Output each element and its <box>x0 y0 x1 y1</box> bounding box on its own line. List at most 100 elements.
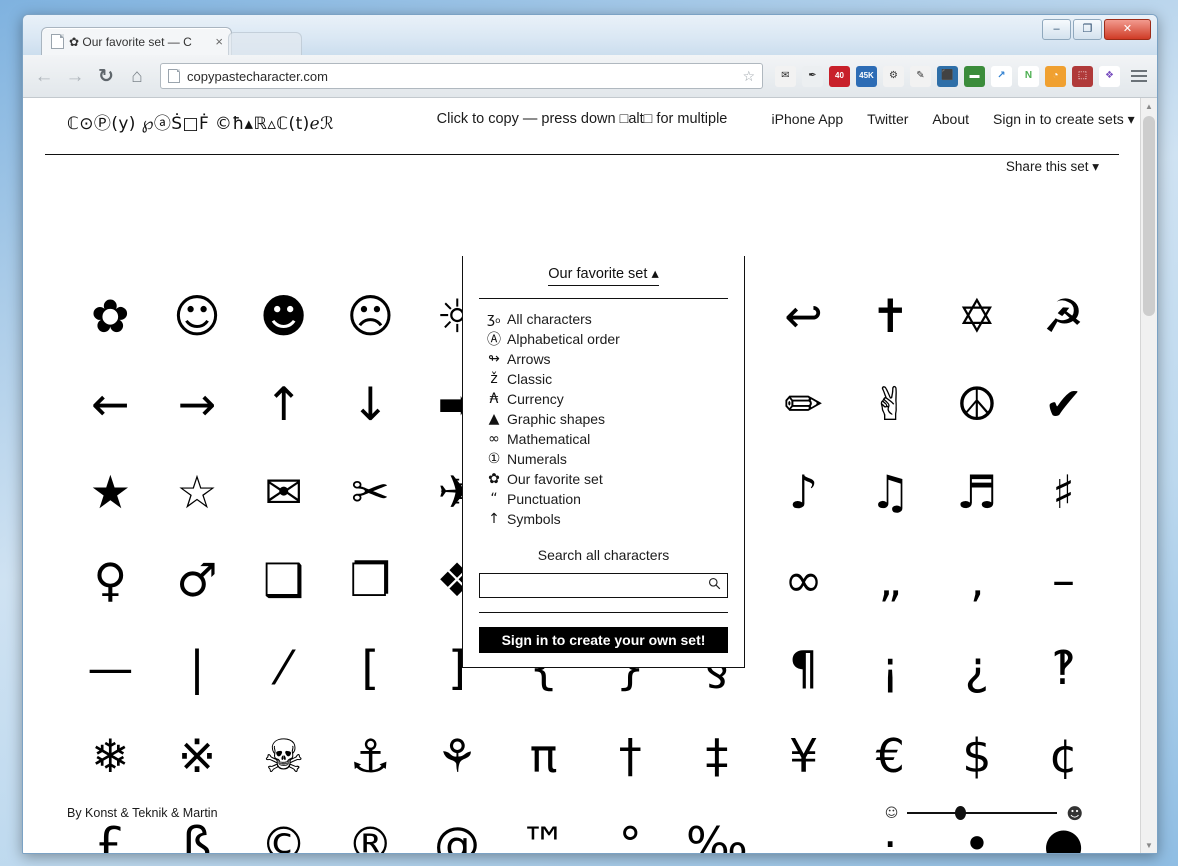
character-music-sharp-sign[interactable]: ♯ <box>1020 448 1107 536</box>
address-bar[interactable]: copypastecharacter.com ☆ <box>160 63 763 89</box>
tab-close-icon[interactable]: × <box>215 34 223 49</box>
character-beamed-eighth-notes[interactable]: ♫ <box>847 448 934 536</box>
pen-extension[interactable]: ✒ <box>802 65 823 87</box>
site-logo[interactable]: ℂ⊙Ⓟ(y) ℘ⓐṠ□Ḟ ©ħ▴ℝ▵ℂ(t)ℯℛ <box>45 98 334 134</box>
character-en-dash[interactable]: – <box>1020 536 1107 624</box>
panel-item-arrows[interactable]: ↬ Arrows <box>463 349 744 369</box>
panel-title[interactable]: Our favorite set ▴ <box>463 256 744 288</box>
nav-about[interactable]: About <box>932 111 969 127</box>
back-icon[interactable]: ← <box>33 67 55 86</box>
panel-item-numerals[interactable]: ① Numerals <box>463 449 744 469</box>
reload-icon[interactable]: ↻ <box>95 67 117 86</box>
character-latin-cross[interactable]: ✝ <box>847 272 934 360</box>
maximize-button[interactable]: ❐ <box>1073 19 1102 40</box>
character-pilcrow-sign[interactable]: ¶ <box>760 624 847 712</box>
panel-item-punctuation[interactable]: “ Punctuation <box>463 489 744 509</box>
character-flower-2[interactable]: ⚘ <box>414 712 501 800</box>
character-leftwards-arrow[interactable]: ← <box>67 360 154 448</box>
mail-extension[interactable]: ✉ <box>775 65 796 87</box>
character-reference-mark[interactable]: ※ <box>154 712 241 800</box>
character-female-sign[interactable]: ♀ <box>67 536 154 624</box>
character-skull-and-crossbones[interactable]: ☠ <box>240 712 327 800</box>
adobe-extension[interactable]: 40 <box>829 65 850 87</box>
character-cent-sign[interactable]: ¢ <box>1020 712 1107 800</box>
character-double-low-9-quotation-mark[interactable]: „ <box>847 536 934 624</box>
character-hammer-and-sickle[interactable]: ☭ <box>1020 272 1107 360</box>
wallet-extension[interactable]: ▬ <box>964 65 985 87</box>
panel-item-all-characters[interactable]: ʒₒ All characters <box>463 309 744 329</box>
home-icon[interactable]: ⌂ <box>126 67 148 86</box>
character-flower[interactable]: ✿ <box>67 272 154 360</box>
nav-iphone-app[interactable]: iPhone App <box>772 111 844 127</box>
character-dagger[interactable]: † <box>587 712 674 800</box>
character-snowflake-2[interactable]: ❄ <box>67 712 154 800</box>
slider-knob[interactable] <box>954 806 966 820</box>
character-rightwards-arrow[interactable]: → <box>154 360 241 448</box>
size-slider[interactable]: ☺ ☻ <box>885 804 1107 823</box>
panel-item-currency[interactable]: ₳ Currency <box>463 389 744 409</box>
window-titlebar[interactable]: ✿ Our favorite set — C × – ❐ ✕ <box>23 15 1157 55</box>
scroll-down-arrow-icon[interactable]: ▼ <box>1141 837 1157 853</box>
character-double-dagger[interactable]: ‡ <box>674 712 761 800</box>
character-star-of-david[interactable]: ✡ <box>934 272 1021 360</box>
browser-tab[interactable]: ✿ Our favorite set — C × <box>41 27 232 55</box>
character-peace-symbol[interactable]: ☮ <box>934 360 1021 448</box>
forward-icon[interactable]: → <box>64 67 86 86</box>
character-greek-small-letter-pi[interactable]: π <box>500 712 587 800</box>
scrollbar-thumb[interactable] <box>1143 116 1155 316</box>
sign-in-to-create-sets[interactable]: Sign in to create sets ▾ <box>993 111 1135 128</box>
character-black-star[interactable]: ★ <box>67 448 154 536</box>
character-infinity[interactable]: ∞ <box>760 536 847 624</box>
bookmark-star-icon[interactable]: ☆ <box>742 68 755 85</box>
globe-extension[interactable]: ◔ <box>1045 65 1066 87</box>
character-frowning-face[interactable]: ☹ <box>327 272 414 360</box>
puzzle-extension[interactable]: ❖ <box>1099 65 1120 87</box>
character-victory-hand[interactable]: ✌ <box>847 360 934 448</box>
character-dollar-sign[interactable]: $ <box>934 712 1021 800</box>
character-white-star[interactable]: ☆ <box>154 448 241 536</box>
feather-extension[interactable]: ✎ <box>910 65 931 87</box>
panel-item-mathematical[interactable]: ∞ Mathematical <box>463 429 744 449</box>
character-beamed-sixteenth-notes[interactable]: ♬ <box>934 448 1021 536</box>
character-upwards-arrow[interactable]: ↑ <box>240 360 327 448</box>
character-single-low-9-quotation-mark[interactable]: ‚ <box>934 536 1021 624</box>
panel-item-classic[interactable]: ž Classic <box>463 369 744 389</box>
character-euro-sign[interactable]: € <box>847 712 934 800</box>
character-white-smiling-face[interactable]: ☺ <box>154 272 241 360</box>
backpack-extension[interactable]: ⬛ <box>937 65 958 87</box>
character-vertical-line[interactable]: | <box>154 624 241 712</box>
character-fraction-slash[interactable]: ⁄ <box>240 624 327 712</box>
nav-twitter[interactable]: Twitter <box>867 111 908 127</box>
character-heavy-check-mark[interactable]: ✔ <box>1020 360 1107 448</box>
character-male-sign[interactable]: ♂ <box>154 536 241 624</box>
page-scrollbar[interactable]: ▲ ▼ <box>1140 98 1157 853</box>
character-eighth-note[interactable]: ♪ <box>760 448 847 536</box>
character-interrobang[interactable]: ‽ <box>1020 624 1107 712</box>
new-tab-button[interactable] <box>228 32 302 55</box>
character-envelope[interactable]: ✉ <box>240 448 327 536</box>
character-leftwards-arrow-with-hook[interactable]: ↩ <box>760 272 847 360</box>
minimize-button[interactable]: – <box>1042 19 1071 40</box>
close-button[interactable]: ✕ <box>1104 19 1151 40</box>
chrome-menu-icon[interactable] <box>1131 70 1147 82</box>
character-yen-sign[interactable]: ¥ <box>760 712 847 800</box>
character-black-smiling-face[interactable]: ☻ <box>240 272 327 360</box>
stats-extension[interactable]: 45K <box>856 65 877 87</box>
character-anchor[interactable]: ⚓ <box>327 712 414 800</box>
character-upper-right-shadowed-square[interactable]: ❐ <box>327 536 414 624</box>
box-extension[interactable]: ⬚ <box>1072 65 1093 87</box>
character-inverted-question-mark[interactable]: ¿ <box>934 624 1021 712</box>
character-pencil[interactable]: ✏ <box>760 360 847 448</box>
character-downwards-arrow[interactable]: ↓ <box>327 360 414 448</box>
scroll-up-arrow-icon[interactable]: ▲ <box>1141 98 1157 114</box>
evernote-extension[interactable]: N <box>1018 65 1039 87</box>
slider-track[interactable] <box>907 806 1058 820</box>
settings-extension[interactable]: ⚙ <box>883 65 904 87</box>
character-lower-right-shadowed-square[interactable]: ❑ <box>240 536 327 624</box>
character-em-dash[interactable]: — <box>67 624 154 712</box>
search-icon[interactable] <box>708 577 721 593</box>
search-input[interactable] <box>479 573 728 598</box>
panel-item-alphabetical-order[interactable]: Ⓐ Alphabetical order <box>463 329 744 349</box>
panel-item-symbols[interactable]: ↑ Symbols <box>463 509 744 529</box>
character-left-square-bracket[interactable]: [ <box>327 624 414 712</box>
